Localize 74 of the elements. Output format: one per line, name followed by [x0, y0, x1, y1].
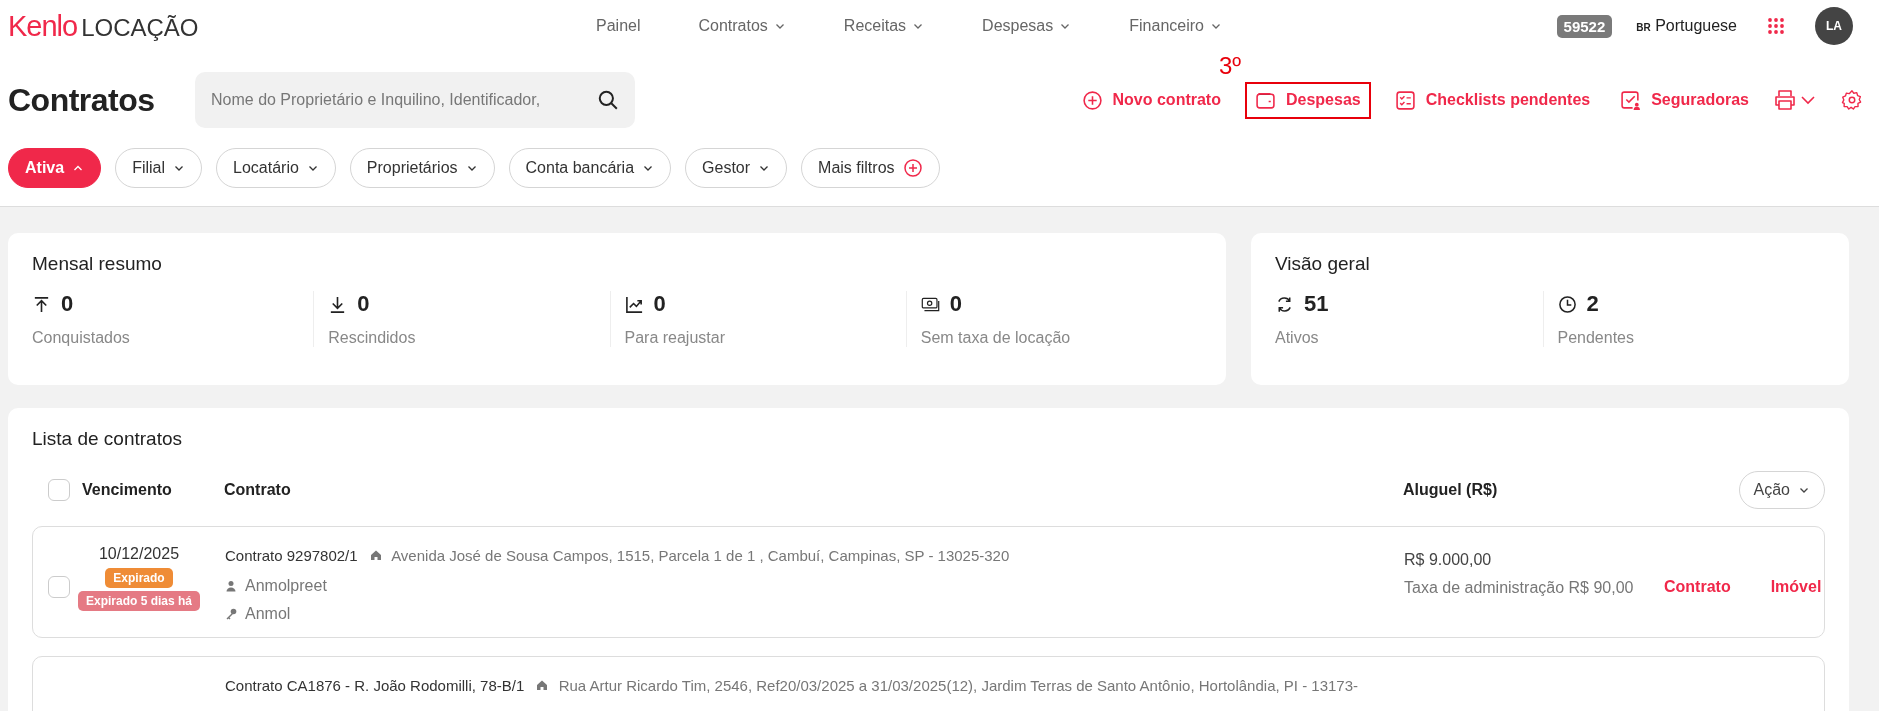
annotation-label: 3º [1218, 51, 1242, 80]
search-icon[interactable] [597, 89, 619, 111]
contract-row[interactable]: Contrato CA1876 - R. João Rodomilli, 78-B/1 Rua Artur Ricardo Tim, 2546, Ref20/03/2025 a 31/03/2025(12), Jardim Terras de Santo Antônio, Hortolândia, PI - 13173- [32, 656, 1825, 711]
filter-chip[interactable]: Conta bancária [508, 148, 672, 188]
admin-fee: Taxa de administração R$ 90,00 [1404, 579, 1634, 597]
stat-label: Sem taxa de locação [920, 329, 1072, 347]
toolbar-action[interactable]: Novo contrato [1075, 81, 1227, 119]
nav-menu-item[interactable]: Contratos [698, 17, 786, 35]
product-name: LOCAÇÃO [81, 13, 199, 42]
nav-menu-item[interactable]: Receitas [843, 17, 925, 35]
owner-name: Anmol [245, 605, 291, 623]
select-all-checkbox[interactable] [48, 479, 70, 501]
stat-label: Ativos [1275, 329, 1320, 347]
filter-chip[interactable]: Locatário [216, 148, 336, 188]
stat-label: Para reajustar [624, 329, 726, 347]
stat-label: Rescindidos [328, 329, 417, 347]
toolbar-action[interactable]: Seguradoras [1614, 81, 1755, 119]
filter-chip[interactable]: Filial [115, 148, 202, 188]
stat-label: Conquistados [32, 329, 131, 347]
house-icon [536, 679, 549, 691]
contract-row[interactable] [32, 526, 1825, 638]
stat-value: 2 [1586, 291, 1599, 317]
search-field[interactable]: Nome do Proprietário e Inquilino, Identificador, [195, 72, 635, 128]
key-icon [225, 608, 237, 620]
tenant-name: Anmolpreet [245, 577, 327, 595]
contract-name: Contrato CA1876 - R. João Rodomilli, 78-B/1 [225, 677, 525, 694]
row-link[interactable]: Contrato [1664, 578, 1731, 596]
status-tag: Expirado 5 dias há [77, 591, 200, 611]
row-link[interactable]: Imóvel [1770, 578, 1822, 596]
person-icon [225, 580, 237, 592]
stat-value: 0 [357, 291, 370, 317]
more-filters-button[interactable]: Mais filtros [801, 148, 940, 188]
card-title: Visão geral [1275, 253, 1371, 275]
stat-value: 51 [1304, 291, 1329, 317]
filter-chip[interactable]: Proprietários [349, 148, 495, 188]
clock-icon [1557, 294, 1577, 314]
nav-menu-item[interactable]: Painel [596, 17, 641, 35]
rent-amount: R$ 9.000,00 [1404, 551, 1492, 569]
card-title: Mensal resumo [32, 253, 163, 275]
brand-logo[interactable]: Kenlo [8, 9, 78, 43]
property-address: Avenida José de Sousa Campos, 1515, Parcela 1 de 1 , Cambuí, Campinas, SP - 13025-320 [391, 547, 1010, 564]
stat-value: 0 [949, 291, 962, 317]
account-badge: 59522 [1556, 14, 1613, 38]
property-address: Rua Artur Ricardo Tim, 2546, Ref20/03/2025 a 31/03/2025(12), Jardim Terras de Santo Antônio, Hortolândia, PI - 13173- [558, 677, 1359, 694]
nav-menu-item[interactable]: Despesas [982, 17, 1072, 35]
column-header: Contrato [224, 481, 292, 499]
apps-grid-icon[interactable] [1767, 17, 1785, 35]
toolbar-action[interactable]: Checklists pendentes [1388, 81, 1597, 119]
stat-value: 0 [61, 291, 74, 317]
column-header: Aluguel (R$) [1403, 481, 1499, 499]
stat-value: 0 [653, 291, 666, 317]
house-icon [369, 549, 382, 561]
status-tag: Expirado [105, 568, 173, 588]
language-selector[interactable]: BR Portuguese [1636, 17, 1737, 35]
checkbox-user-icon [1620, 89, 1642, 111]
filter-chip[interactable]: Ativa [8, 148, 102, 188]
plus-circle-icon [902, 158, 923, 178]
contract-name: Contrato 9297802/1 [225, 547, 358, 564]
filter-chip[interactable]: Gestor [685, 148, 788, 188]
toolbar-action[interactable]: Despesas [1244, 81, 1371, 119]
page-title: Contratos [8, 81, 156, 119]
print-menu-button[interactable] [1773, 89, 1817, 111]
plus-circle-icon [1081, 89, 1103, 111]
checklist-icon [1394, 89, 1416, 111]
trend-chart-icon [624, 294, 644, 314]
column-header: Vencimento [82, 481, 173, 499]
settings-icon[interactable] [1841, 89, 1863, 111]
panel-title: Lista de contratos [32, 428, 183, 450]
nav-menu-item[interactable]: Financeiro [1129, 17, 1222, 35]
user-avatar[interactable]: LA [1815, 7, 1853, 45]
stat-label: Pendentes [1557, 329, 1635, 347]
row-checkbox[interactable] [48, 576, 70, 598]
arrow-up-icon [32, 294, 51, 314]
due-date: 10/12/2025 [98, 545, 180, 563]
